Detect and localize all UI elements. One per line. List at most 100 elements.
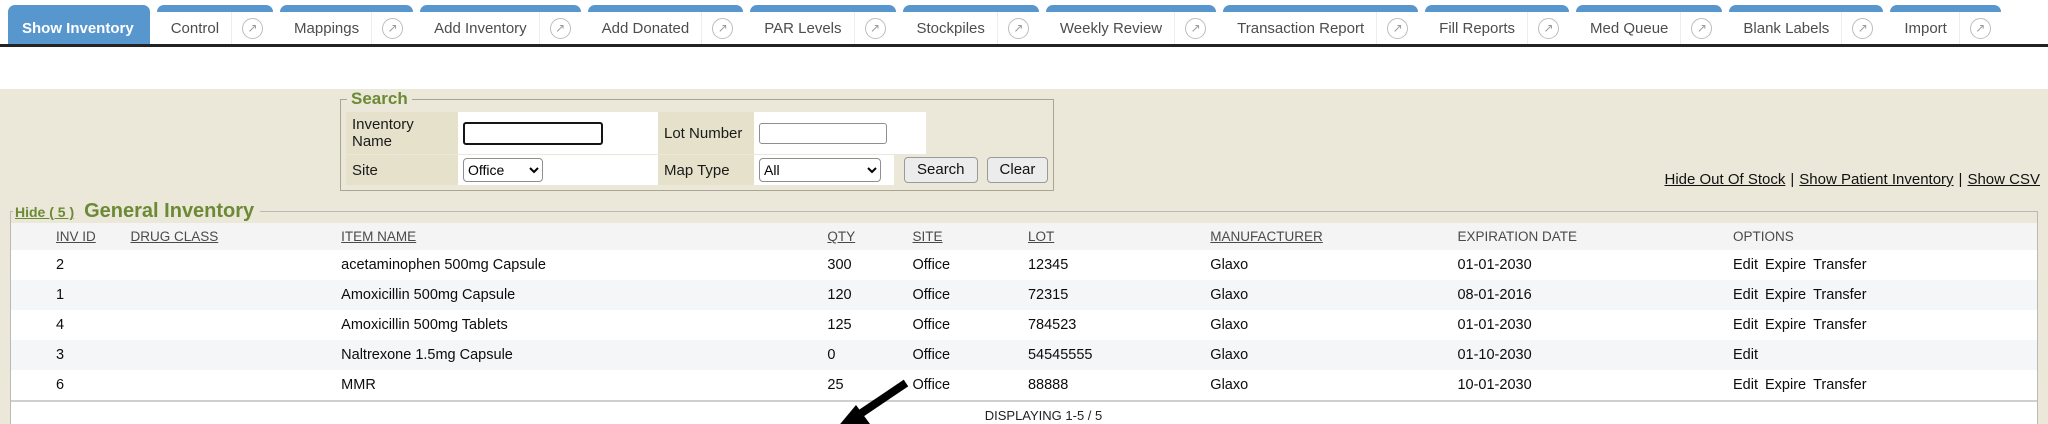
hide-out-of-stock-link[interactable]: Hide Out Of Stock bbox=[1664, 171, 1785, 188]
tab-label: Transaction Report bbox=[1237, 20, 1376, 37]
popout-icon[interactable]: ↗ bbox=[231, 12, 273, 44]
popout-icon[interactable]: ↗ bbox=[701, 12, 743, 44]
tab-med-queue[interactable]: Med Queue ↗ bbox=[1576, 5, 1722, 44]
column-header-manufacturer[interactable]: MANUFACTURER bbox=[1210, 229, 1323, 244]
tab-label: Blank Labels bbox=[1743, 20, 1841, 37]
column-header-expiration-date: EXPIRATION DATE bbox=[1457, 229, 1577, 244]
tab-label: Stockpiles bbox=[917, 20, 997, 37]
tab-accent-strip bbox=[420, 5, 581, 12]
tab-mappings[interactable]: Mappings ↗ bbox=[280, 5, 413, 44]
hide-count-link[interactable]: Hide ( 5 ) bbox=[15, 204, 74, 220]
tab-show-inventory[interactable]: Show Inventory bbox=[8, 5, 150, 44]
lot-number-label: Lot Number bbox=[658, 112, 754, 154]
column-header-drug-class[interactable]: DRUG CLASS bbox=[130, 229, 218, 244]
edit-link[interactable]: Edit bbox=[1733, 287, 1758, 303]
popout-icon[interactable]: ↗ bbox=[1376, 12, 1418, 44]
tab-label: Add Inventory bbox=[434, 20, 539, 37]
tab-label: PAR Levels bbox=[764, 20, 853, 37]
cell-options: Edit Expire Transfer bbox=[1729, 370, 2037, 401]
cell-qty: 25 bbox=[823, 370, 908, 401]
popout-icon[interactable]: ↗ bbox=[997, 12, 1039, 44]
show-csv-link[interactable]: Show CSV bbox=[1967, 171, 2040, 188]
tab-import[interactable]: Import ↗ bbox=[1890, 5, 2001, 44]
tab-par-levels[interactable]: PAR Levels ↗ bbox=[750, 5, 895, 44]
cell-item-name: Naltrexone 1.5mg Capsule bbox=[337, 340, 823, 370]
popout-icon[interactable]: ↗ bbox=[1174, 12, 1216, 44]
edit-link[interactable]: Edit bbox=[1733, 377, 1758, 393]
popout-icon[interactable]: ↗ bbox=[1527, 12, 1569, 44]
cell-manufacturer: Glaxo bbox=[1206, 370, 1453, 401]
column-header-lot[interactable]: LOT bbox=[1028, 229, 1054, 244]
tab-accent-strip bbox=[1729, 5, 1883, 12]
expire-link[interactable]: Expire bbox=[1765, 377, 1806, 393]
site-select[interactable]: Office bbox=[463, 158, 543, 182]
popout-icon[interactable]: ↗ bbox=[1680, 12, 1722, 44]
inventory-name-label: Inventory Name bbox=[346, 112, 458, 154]
displaying-status: DISPLAYING 1-5 / 5 bbox=[11, 401, 2037, 424]
cell-expiration-date: 10-01-2030 bbox=[1453, 370, 1729, 401]
popout-icon[interactable]: ↗ bbox=[371, 12, 413, 44]
edit-link[interactable]: Edit bbox=[1733, 257, 1758, 273]
cell-manufacturer: Glaxo bbox=[1206, 310, 1453, 340]
search-button[interactable]: Search bbox=[904, 157, 978, 183]
tab-accent-strip bbox=[8, 5, 150, 12]
tab-label: Control bbox=[171, 20, 231, 37]
column-header-inv-id[interactable]: INV ID bbox=[56, 229, 96, 244]
cell-expiration-date: 01-10-2030 bbox=[1453, 340, 1729, 370]
cell-lot: 72315 bbox=[1024, 280, 1206, 310]
cell-site: Office bbox=[909, 370, 1024, 401]
edit-link[interactable]: Edit bbox=[1733, 347, 1758, 363]
table-row: 1Amoxicillin 500mg Capsule120Office72315… bbox=[11, 280, 2037, 310]
popout-icon[interactable]: ↗ bbox=[539, 12, 581, 44]
transfer-link[interactable]: Transfer bbox=[1813, 257, 1866, 273]
tab-label: Add Donated bbox=[602, 20, 702, 37]
cell-options: Edit Expire Transfer bbox=[1729, 310, 2037, 340]
column-header-options: OPTIONS bbox=[1733, 229, 1794, 244]
tabbar-divider bbox=[0, 44, 2048, 47]
map-type-select[interactable]: All bbox=[759, 158, 881, 182]
cell-qty: 0 bbox=[823, 340, 908, 370]
tab-label: Show Inventory bbox=[22, 20, 134, 37]
cell-manufacturer: Glaxo bbox=[1206, 340, 1453, 370]
transfer-link[interactable]: Transfer bbox=[1813, 287, 1866, 303]
popout-icon[interactable]: ↗ bbox=[854, 12, 896, 44]
popout-icon[interactable]: ↗ bbox=[1959, 12, 2001, 44]
site-label: Site bbox=[346, 155, 458, 185]
tab-blank-labels[interactable]: Blank Labels ↗ bbox=[1729, 5, 1883, 44]
inventory-title: General Inventory bbox=[84, 200, 254, 223]
cell-lot: 54545555 bbox=[1024, 340, 1206, 370]
tab-fill-reports[interactable]: Fill Reports ↗ bbox=[1425, 5, 1569, 44]
cell-options: Edit bbox=[1729, 340, 2037, 370]
cell-qty: 300 bbox=[823, 250, 908, 280]
inventory-name-input[interactable] bbox=[463, 122, 603, 145]
cell-site: Office bbox=[909, 310, 1024, 340]
tab-add-inventory[interactable]: Add Inventory ↗ bbox=[420, 5, 581, 44]
cell-drug-class bbox=[126, 310, 337, 340]
popout-icon[interactable]: ↗ bbox=[1841, 12, 1883, 44]
column-header-qty[interactable]: QTY bbox=[827, 229, 855, 244]
tab-add-donated[interactable]: Add Donated ↗ bbox=[588, 5, 744, 44]
show-patient-inventory-link[interactable]: Show Patient Inventory bbox=[1799, 171, 1953, 188]
expire-link[interactable]: Expire bbox=[1765, 257, 1806, 273]
tab-weekly-review[interactable]: Weekly Review ↗ bbox=[1046, 5, 1216, 44]
cell-inv-id: 4 bbox=[11, 310, 126, 340]
cell-site: Office bbox=[909, 250, 1024, 280]
clear-button[interactable]: Clear bbox=[987, 157, 1049, 183]
tab-label: Fill Reports bbox=[1439, 20, 1527, 37]
table-header-row: INV ID DRUG CLASS ITEM NAME QTY SITE LOT MANUF… bbox=[11, 223, 2037, 250]
column-header-site[interactable]: SITE bbox=[913, 229, 943, 244]
link-separator: | bbox=[1959, 171, 1963, 188]
tab-transaction-report[interactable]: Transaction Report ↗ bbox=[1223, 5, 1418, 44]
expire-link[interactable]: Expire bbox=[1765, 317, 1806, 333]
tab-accent-strip bbox=[1223, 5, 1418, 12]
tab-stockpiles[interactable]: Stockpiles ↗ bbox=[903, 5, 1039, 44]
table-row: 6MMR25Office88888Glaxo10-01-2030EditExpi… bbox=[11, 370, 2037, 401]
tab-control[interactable]: Control ↗ bbox=[157, 5, 273, 44]
expire-link[interactable]: Expire bbox=[1765, 287, 1806, 303]
edit-link[interactable]: Edit bbox=[1733, 317, 1758, 333]
transfer-link[interactable]: Transfer bbox=[1813, 377, 1866, 393]
cell-manufacturer: Glaxo bbox=[1206, 280, 1453, 310]
column-header-item-name[interactable]: ITEM NAME bbox=[341, 229, 416, 244]
transfer-link[interactable]: Transfer bbox=[1813, 317, 1866, 333]
lot-number-input[interactable] bbox=[759, 123, 887, 144]
